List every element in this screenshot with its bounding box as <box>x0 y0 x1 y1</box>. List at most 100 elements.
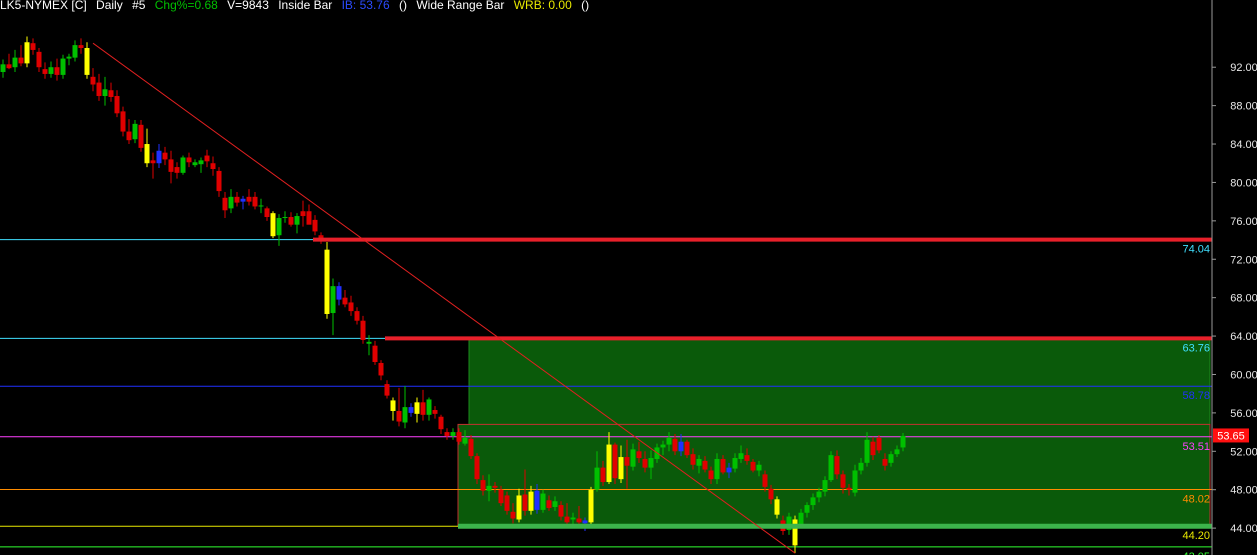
upper-zone-box <box>468 337 1211 425</box>
candle <box>90 76 96 85</box>
candle <box>432 410 438 414</box>
y-tick-label: 68.00 <box>1230 293 1257 305</box>
candle <box>570 517 576 520</box>
candle <box>372 345 378 362</box>
candle <box>390 400 396 411</box>
candle <box>108 90 114 97</box>
candle <box>312 219 318 232</box>
candle <box>348 302 354 312</box>
y-tick-label: 84.00 <box>1230 139 1257 151</box>
candle <box>498 489 504 504</box>
candle <box>174 167 180 173</box>
candle <box>678 441 684 452</box>
candle <box>648 458 654 468</box>
candle <box>444 432 450 436</box>
candle <box>438 416 444 430</box>
candle <box>666 437 672 445</box>
candle <box>270 213 276 237</box>
candle <box>660 444 666 448</box>
candle <box>738 453 744 459</box>
level-label: 48.02 <box>1182 494 1210 506</box>
candle <box>216 170 222 192</box>
candle <box>252 196 258 207</box>
y-tick-label: 80.00 <box>1230 177 1257 189</box>
candle <box>258 205 264 207</box>
candle <box>78 45 84 49</box>
level-label: 53.51 <box>1182 441 1210 453</box>
candle <box>594 467 600 490</box>
candle <box>528 491 534 511</box>
candle <box>288 217 294 225</box>
candle <box>210 163 216 169</box>
candle <box>0 64 6 73</box>
level-label: 63.76 <box>1182 342 1210 354</box>
candle <box>606 444 612 483</box>
candle <box>504 495 510 511</box>
candle <box>306 211 312 225</box>
candle <box>792 519 798 546</box>
candle <box>192 162 198 166</box>
candle <box>492 485 498 488</box>
y-tick-label: 48.00 <box>1230 485 1257 497</box>
candle <box>540 493 546 510</box>
candle <box>138 124 144 148</box>
candle <box>228 196 234 209</box>
candle <box>204 155 210 162</box>
candle <box>690 454 696 465</box>
candle <box>450 432 456 436</box>
candle <box>420 402 426 415</box>
candle <box>42 69 48 74</box>
candle <box>456 432 462 442</box>
candle <box>60 58 66 75</box>
candle <box>342 297 348 305</box>
candle <box>366 341 372 344</box>
candle <box>264 208 270 218</box>
candle <box>114 96 120 114</box>
candle <box>876 437 882 451</box>
candle <box>762 474 768 487</box>
candle <box>360 320 366 340</box>
candle <box>882 458 888 466</box>
candle <box>732 458 738 469</box>
candle <box>186 157 192 163</box>
candle <box>162 152 168 160</box>
candle <box>150 160 156 164</box>
candle <box>636 451 642 459</box>
candle <box>426 399 432 415</box>
candle <box>222 197 228 211</box>
candle <box>300 211 306 217</box>
candle <box>840 474 846 488</box>
candle <box>6 64 12 69</box>
candle <box>720 458 726 473</box>
candle <box>102 89 108 97</box>
candle <box>630 449 636 467</box>
candle <box>330 286 336 314</box>
candle <box>402 407 408 423</box>
candle <box>744 455 750 461</box>
candle <box>378 362 384 376</box>
price-chart[interactable]: 74.04 63.76 58.78 53.51 48.02 44.20 42.05 44.0… <box>0 0 1257 555</box>
candle <box>816 491 822 498</box>
candle <box>54 67 60 75</box>
candle <box>534 490 540 510</box>
candle <box>36 51 42 68</box>
trendline <box>92 42 796 554</box>
candle <box>726 467 732 473</box>
candle <box>72 45 78 58</box>
candle <box>24 42 30 64</box>
level-label: 42.05 <box>1182 551 1210 555</box>
candle <box>696 458 702 466</box>
candle <box>168 159 174 172</box>
candle <box>810 497 816 506</box>
candle <box>144 144 150 164</box>
candle <box>234 196 240 203</box>
level-label: 58.78 <box>1182 390 1210 402</box>
candle <box>552 501 558 507</box>
y-tick-label: 56.00 <box>1230 408 1257 420</box>
candle <box>624 457 630 466</box>
candle <box>516 495 522 520</box>
candle <box>120 111 126 132</box>
candle <box>600 467 606 483</box>
candle <box>546 500 552 508</box>
candle <box>468 438 474 457</box>
